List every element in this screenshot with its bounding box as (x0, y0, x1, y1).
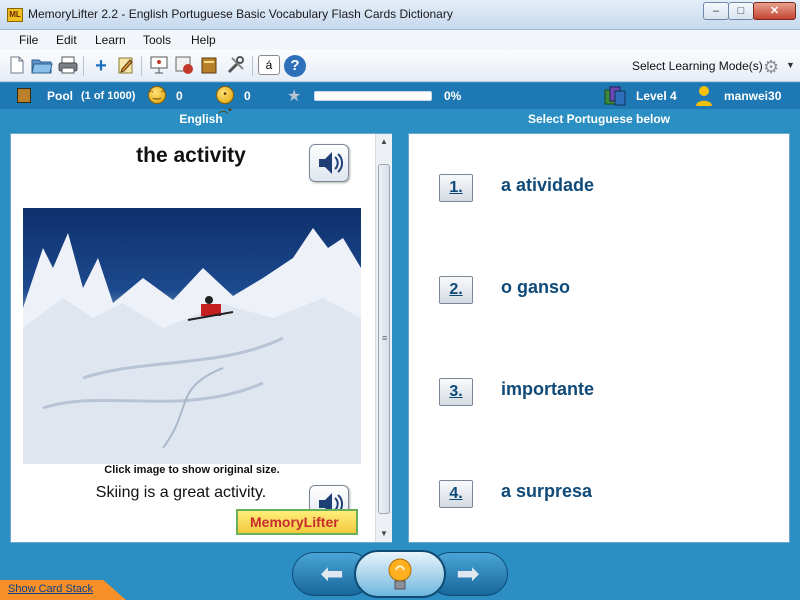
right-arrow-icon: ➡ (456, 558, 480, 589)
question-scrollbar[interactable]: ▲ ≡ ▼ (375, 134, 392, 542)
menu-help[interactable]: Help (191, 33, 216, 47)
scroll-grip-icon: ≡ (382, 333, 388, 343)
progress-text: 0% (444, 89, 462, 103)
edit-icon[interactable] (115, 55, 137, 77)
gear-icon[interactable]: ⚙ (763, 56, 785, 78)
answer-3-button[interactable]: 3. (439, 378, 473, 406)
window-title: MemoryLifter 2.2 - English Portuguese Ba… (28, 7, 453, 21)
correct-count: 0 (176, 89, 183, 103)
answer-4-text[interactable]: a surpresa (501, 481, 592, 502)
pool-label: Pool (47, 89, 73, 103)
show-card-stack-link[interactable]: Show Card Stack (8, 583, 93, 595)
answer-1-text[interactable]: a atividade (501, 175, 594, 196)
answer-1-button[interactable]: 1. (439, 174, 473, 202)
hint-button[interactable] (354, 550, 446, 598)
print-icon[interactable] (57, 55, 79, 77)
card-navigation: ⬅ ➡ (292, 550, 508, 598)
question-card-panel: the activity Click image to show origina… (10, 133, 392, 543)
add-icon[interactable]: + (90, 55, 112, 77)
menu-edit[interactable]: Edit (56, 33, 77, 47)
level-boxes-icon (604, 86, 626, 106)
user-name: manwei30 (724, 89, 782, 103)
scroll-thumb[interactable]: ≡ (378, 164, 390, 514)
scroll-up-arrow[interactable]: ▲ (376, 134, 392, 150)
menu-learn[interactable]: Learn (95, 33, 126, 47)
toolbar-separator (83, 56, 84, 76)
help-icon[interactable]: ? (284, 55, 306, 77)
toolbar: + á ? Select Learning Mode(s) ⚙ ▼ (0, 50, 800, 82)
wrong-smiley-icon: •︵• (216, 86, 234, 116)
correct-smiley-icon: ᵔ‿ᵔ (148, 86, 166, 104)
answer-column-header: Select Portuguese below (527, 112, 671, 126)
image-caption: Click image to show original size. (104, 464, 280, 476)
chevron-down-icon[interactable]: ▼ (786, 60, 795, 70)
lightbulb-icon (388, 558, 412, 590)
title-bar: ML MemoryLifter 2.2 - English Portuguese… (0, 0, 800, 30)
special-characters-icon[interactable]: á (258, 55, 280, 75)
menu-file[interactable]: File (19, 33, 38, 47)
star-icon: ★ (287, 88, 302, 105)
answer-choices-panel: 1. a atividade 2. o ganso 3. importante … (408, 133, 790, 543)
ski-photo[interactable] (23, 208, 361, 464)
answer-4-button[interactable]: 4. (439, 480, 473, 508)
settings-tools-icon[interactable] (225, 55, 247, 77)
question-column-header: English (179, 112, 223, 126)
maximize-button[interactable]: □ (728, 2, 754, 20)
speaker-icon (319, 152, 344, 174)
dictionary-icon[interactable] (198, 55, 220, 77)
question-word: the activity (136, 144, 246, 167)
play-word-audio-button[interactable] (309, 144, 349, 182)
answer-3-text[interactable]: importante (501, 379, 594, 400)
menu-bar: File Edit Learn Tools Help (0, 30, 800, 50)
answer-2-text[interactable]: o ganso (501, 277, 570, 298)
scroll-down-arrow[interactable]: ▼ (376, 526, 392, 542)
user-icon (695, 85, 713, 107)
left-arrow-icon: ⬅ (320, 558, 344, 589)
memorylifter-logo: MemoryLifter (236, 509, 358, 535)
status-bar: Pool (1 of 1000) ᵔ‿ᵔ 0 •︵• 0 ★ 0% Level … (0, 83, 800, 116)
wrong-count: 0 (244, 89, 251, 103)
toolbar-separator (252, 56, 253, 76)
minimize-button[interactable]: – (703, 2, 729, 20)
app-logo-icon: ML (7, 8, 23, 22)
slideshow-icon[interactable] (148, 55, 170, 77)
pool-count: (1 of 1000) (81, 90, 136, 102)
new-icon[interactable] (6, 55, 28, 77)
example-sentence: Skiing is a great activity. (95, 484, 267, 501)
show-card-stack-tab[interactable]: Show Card Stack (0, 580, 126, 600)
open-icon[interactable] (31, 55, 53, 77)
learning-mode-label[interactable]: Select Learning Mode(s) (632, 59, 763, 73)
answer-2-button[interactable]: 2. (439, 276, 473, 304)
pool-box-icon (17, 88, 31, 103)
progress-bar (314, 91, 432, 101)
toolbar-separator (141, 56, 142, 76)
menu-tools[interactable]: Tools (143, 33, 171, 47)
close-button[interactable]: ✕ (753, 2, 796, 20)
level-label: Level 4 (636, 89, 677, 103)
statistics-icon[interactable] (173, 55, 195, 77)
